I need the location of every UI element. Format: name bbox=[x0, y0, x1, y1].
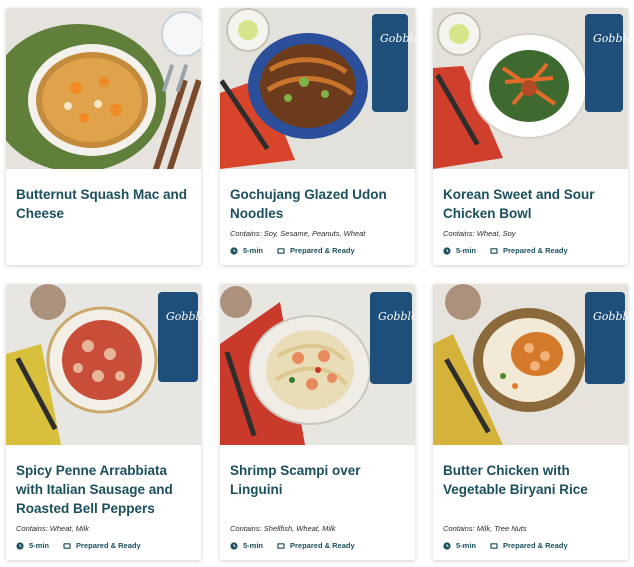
tray-icon bbox=[277, 247, 285, 255]
prep-time: 5-min bbox=[243, 541, 264, 550]
clock-icon bbox=[230, 541, 238, 550]
tray-icon bbox=[277, 542, 285, 550]
gobble-logo: Gobble bbox=[378, 310, 415, 323]
meal-title[interactable]: Korean Sweet and Sour Chicken Bowl bbox=[443, 185, 618, 223]
meal-photo: Gobble bbox=[220, 8, 415, 169]
allergen-info: Contains: Shellfish, Wheat, Milk bbox=[230, 524, 336, 533]
tray-icon bbox=[490, 247, 498, 255]
meal-title[interactable]: Spicy Penne Arrabbiata with Italian Saus… bbox=[16, 461, 191, 518]
meal-meta: 5-min Prepared & Ready bbox=[443, 541, 568, 550]
prep-time: 5-min bbox=[29, 541, 50, 550]
meal-meta: 5-min Prepared & Ready bbox=[230, 246, 355, 255]
meal-image[interactable]: Gobble bbox=[433, 8, 628, 169]
gobble-logo: Gobble bbox=[166, 310, 201, 323]
clock-icon bbox=[443, 246, 451, 255]
meal-grid: Butternut Squash Mac and Cheese Gobble bbox=[0, 0, 634, 567]
meal-image[interactable]: Gobble bbox=[433, 284, 628, 445]
meal-photo: Gobble bbox=[433, 8, 628, 169]
prep-time: 5-min bbox=[243, 246, 264, 255]
allergen-info: Contains: Wheat, Soy bbox=[443, 229, 516, 238]
prep-time: 5-min bbox=[456, 541, 477, 550]
gobble-logo: Gobble bbox=[593, 32, 628, 45]
meal-image[interactable]: Gobble bbox=[220, 8, 415, 169]
allergen-info: Contains: Wheat, Milk bbox=[16, 524, 89, 533]
meal-card[interactable]: Gobble Korean Sweet and Sour Chicken Bow… bbox=[433, 8, 628, 265]
meal-card[interactable]: Butternut Squash Mac and Cheese bbox=[6, 8, 201, 265]
gobble-logo: Gobble bbox=[380, 32, 415, 45]
meal-card[interactable]: Gobble Shrimp Scampi over Linguini Conta… bbox=[220, 284, 415, 560]
prep-time: 5-min bbox=[456, 246, 477, 255]
meal-photo: Gobble bbox=[220, 284, 415, 445]
gobble-logo: Gobble bbox=[593, 310, 628, 323]
meal-card[interactable]: Gobble Spicy Penne Arrabbiata with Itali… bbox=[6, 284, 201, 560]
clock-icon bbox=[230, 246, 238, 255]
prep-type: Prepared & Ready bbox=[503, 541, 568, 550]
meal-title[interactable]: Gochujang Glazed Udon Noodles bbox=[230, 185, 405, 223]
meal-image[interactable]: Gobble bbox=[220, 284, 415, 445]
meal-title[interactable]: Butternut Squash Mac and Cheese bbox=[16, 185, 191, 223]
allergen-info: Contains: Milk, Tree Nuts bbox=[443, 524, 527, 533]
meal-image[interactable]: Gobble bbox=[6, 284, 201, 445]
tray-icon bbox=[63, 542, 71, 550]
meal-image[interactable] bbox=[6, 8, 201, 169]
prep-type: Prepared & Ready bbox=[290, 246, 355, 255]
prep-type: Prepared & Ready bbox=[290, 541, 355, 550]
tray-icon bbox=[490, 542, 498, 550]
prep-type: Prepared & Ready bbox=[76, 541, 141, 550]
allergen-info: Contains: Soy, Sesame, Peanuts, Wheat bbox=[230, 229, 366, 238]
meal-title[interactable]: Butter Chicken with Vegetable Biryani Ri… bbox=[443, 461, 618, 499]
meal-photo bbox=[6, 8, 201, 169]
meal-card[interactable]: Gobble Butter Chicken with Vegetable Bir… bbox=[433, 284, 628, 560]
prep-type: Prepared & Ready bbox=[503, 246, 568, 255]
clock-icon bbox=[16, 541, 24, 550]
meal-photo: Gobble bbox=[6, 284, 201, 445]
meal-meta: 5-min Prepared & Ready bbox=[16, 541, 141, 550]
meal-card[interactable]: Gobble Gochujang Glazed Udon Noodles Con… bbox=[220, 8, 415, 265]
clock-icon bbox=[443, 541, 451, 550]
meal-meta: 5-min Prepared & Ready bbox=[230, 541, 355, 550]
meal-meta: 5-min Prepared & Ready bbox=[443, 246, 568, 255]
meal-photo: Gobble bbox=[433, 284, 628, 445]
meal-title[interactable]: Shrimp Scampi over Linguini bbox=[230, 461, 405, 499]
